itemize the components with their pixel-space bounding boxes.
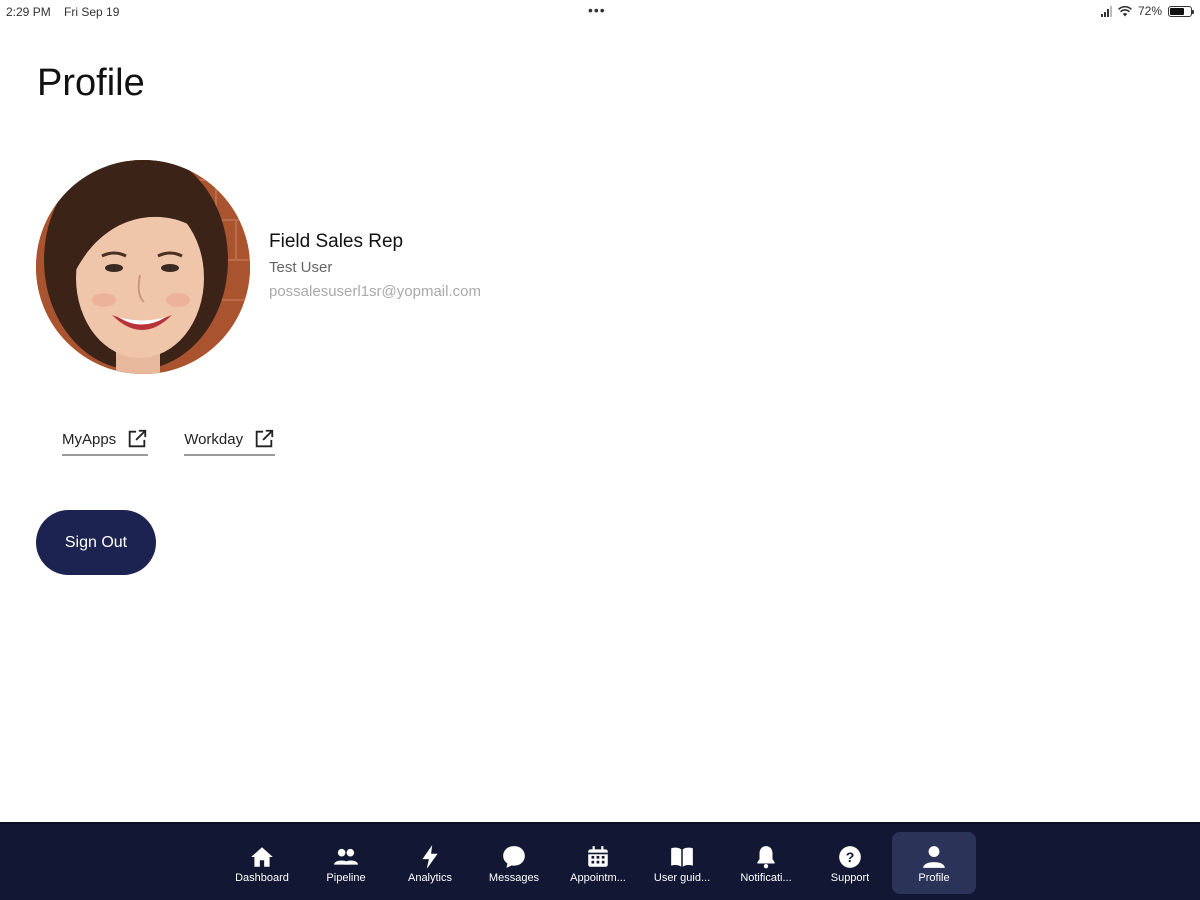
bell-icon <box>757 846 775 869</box>
nav-label: Notificati... <box>740 872 792 884</box>
nav-item-analytics[interactable]: Analytics <box>388 832 472 894</box>
status-left: 2:29 PM Fri Sep 19 <box>6 5 129 19</box>
nav-label: Dashboard <box>235 872 289 884</box>
status-right: 72% <box>1100 4 1194 18</box>
profile-photo <box>36 160 250 374</box>
multitask-dots[interactable]: ••• <box>588 2 606 18</box>
nav-label: Messages <box>488 872 540 884</box>
people-icon <box>334 848 358 865</box>
svg-text:?: ? <box>846 849 855 865</box>
status-time: 2:29 PM <box>6 5 51 19</box>
nav-item-messages[interactable]: Messages <box>472 832 556 894</box>
help-icon: ? <box>839 846 861 868</box>
nav-label: User guid... <box>653 872 711 884</box>
status-date: Fri Sep 19 <box>64 5 120 19</box>
external-link-icon <box>255 429 274 448</box>
myapps-link-label: MyApps <box>62 430 117 448</box>
workday-link[interactable]: Workday <box>184 428 276 456</box>
user-role: Field Sales Rep <box>269 231 404 252</box>
lightning-icon <box>422 845 438 869</box>
status-bar: 2:29 PM Fri Sep 19 ••• 72% <box>0 0 1200 24</box>
wifi-icon <box>1118 5 1132 16</box>
nav-label: Appointm... <box>570 872 626 884</box>
page-title: Profile <box>37 62 145 104</box>
myapps-link[interactable]: MyApps <box>62 428 149 456</box>
nav-item-profile[interactable]: Profile <box>892 832 976 894</box>
workday-link-label: Workday <box>184 430 244 448</box>
nav-label: Support <box>830 872 870 884</box>
nav-item-support[interactable]: ? Support <box>808 832 892 894</box>
person-icon <box>923 846 945 868</box>
external-links: MyApps Workday <box>62 428 276 456</box>
calendar-icon <box>588 846 608 867</box>
nav-item-appointments[interactable]: Appointm... <box>556 832 640 894</box>
external-link-icon <box>128 429 147 448</box>
user-email: possalesuserl1sr@yopmail.com <box>269 283 481 300</box>
user-name: Test User <box>269 259 333 276</box>
sign-out-button[interactable]: Sign Out <box>36 510 156 575</box>
book-icon <box>671 847 693 867</box>
nav-item-user-guide[interactable]: User guid... <box>640 832 724 894</box>
profile-screen: 2:29 PM Fri Sep 19 ••• 72% Profile Field… <box>0 0 1200 900</box>
nav-item-notifications[interactable]: Notificati... <box>724 832 808 894</box>
battery-icon <box>1168 5 1194 17</box>
avatar <box>36 160 250 374</box>
nav-label: Pipeline <box>326 872 366 884</box>
nav-item-dashboard[interactable]: Dashboard <box>220 832 304 894</box>
battery-level-fill <box>1170 7 1185 15</box>
bottom-nav: Dashboard Pipeline Analytics Messages Ap… <box>0 822 1200 900</box>
chat-bubble-icon <box>503 846 525 868</box>
home-icon <box>251 847 273 867</box>
battery-percent: 72% <box>1137 4 1162 18</box>
profile-info: Field Sales Rep Test User possalesuserl1… <box>269 231 481 300</box>
nav-item-pipeline[interactable]: Pipeline <box>304 832 388 894</box>
nav-label: Profile <box>918 872 950 884</box>
nav-items: Dashboard Pipeline Analytics Messages Ap… <box>220 832 976 894</box>
signal-icon <box>1100 5 1112 17</box>
nav-label: Analytics <box>407 872 453 884</box>
